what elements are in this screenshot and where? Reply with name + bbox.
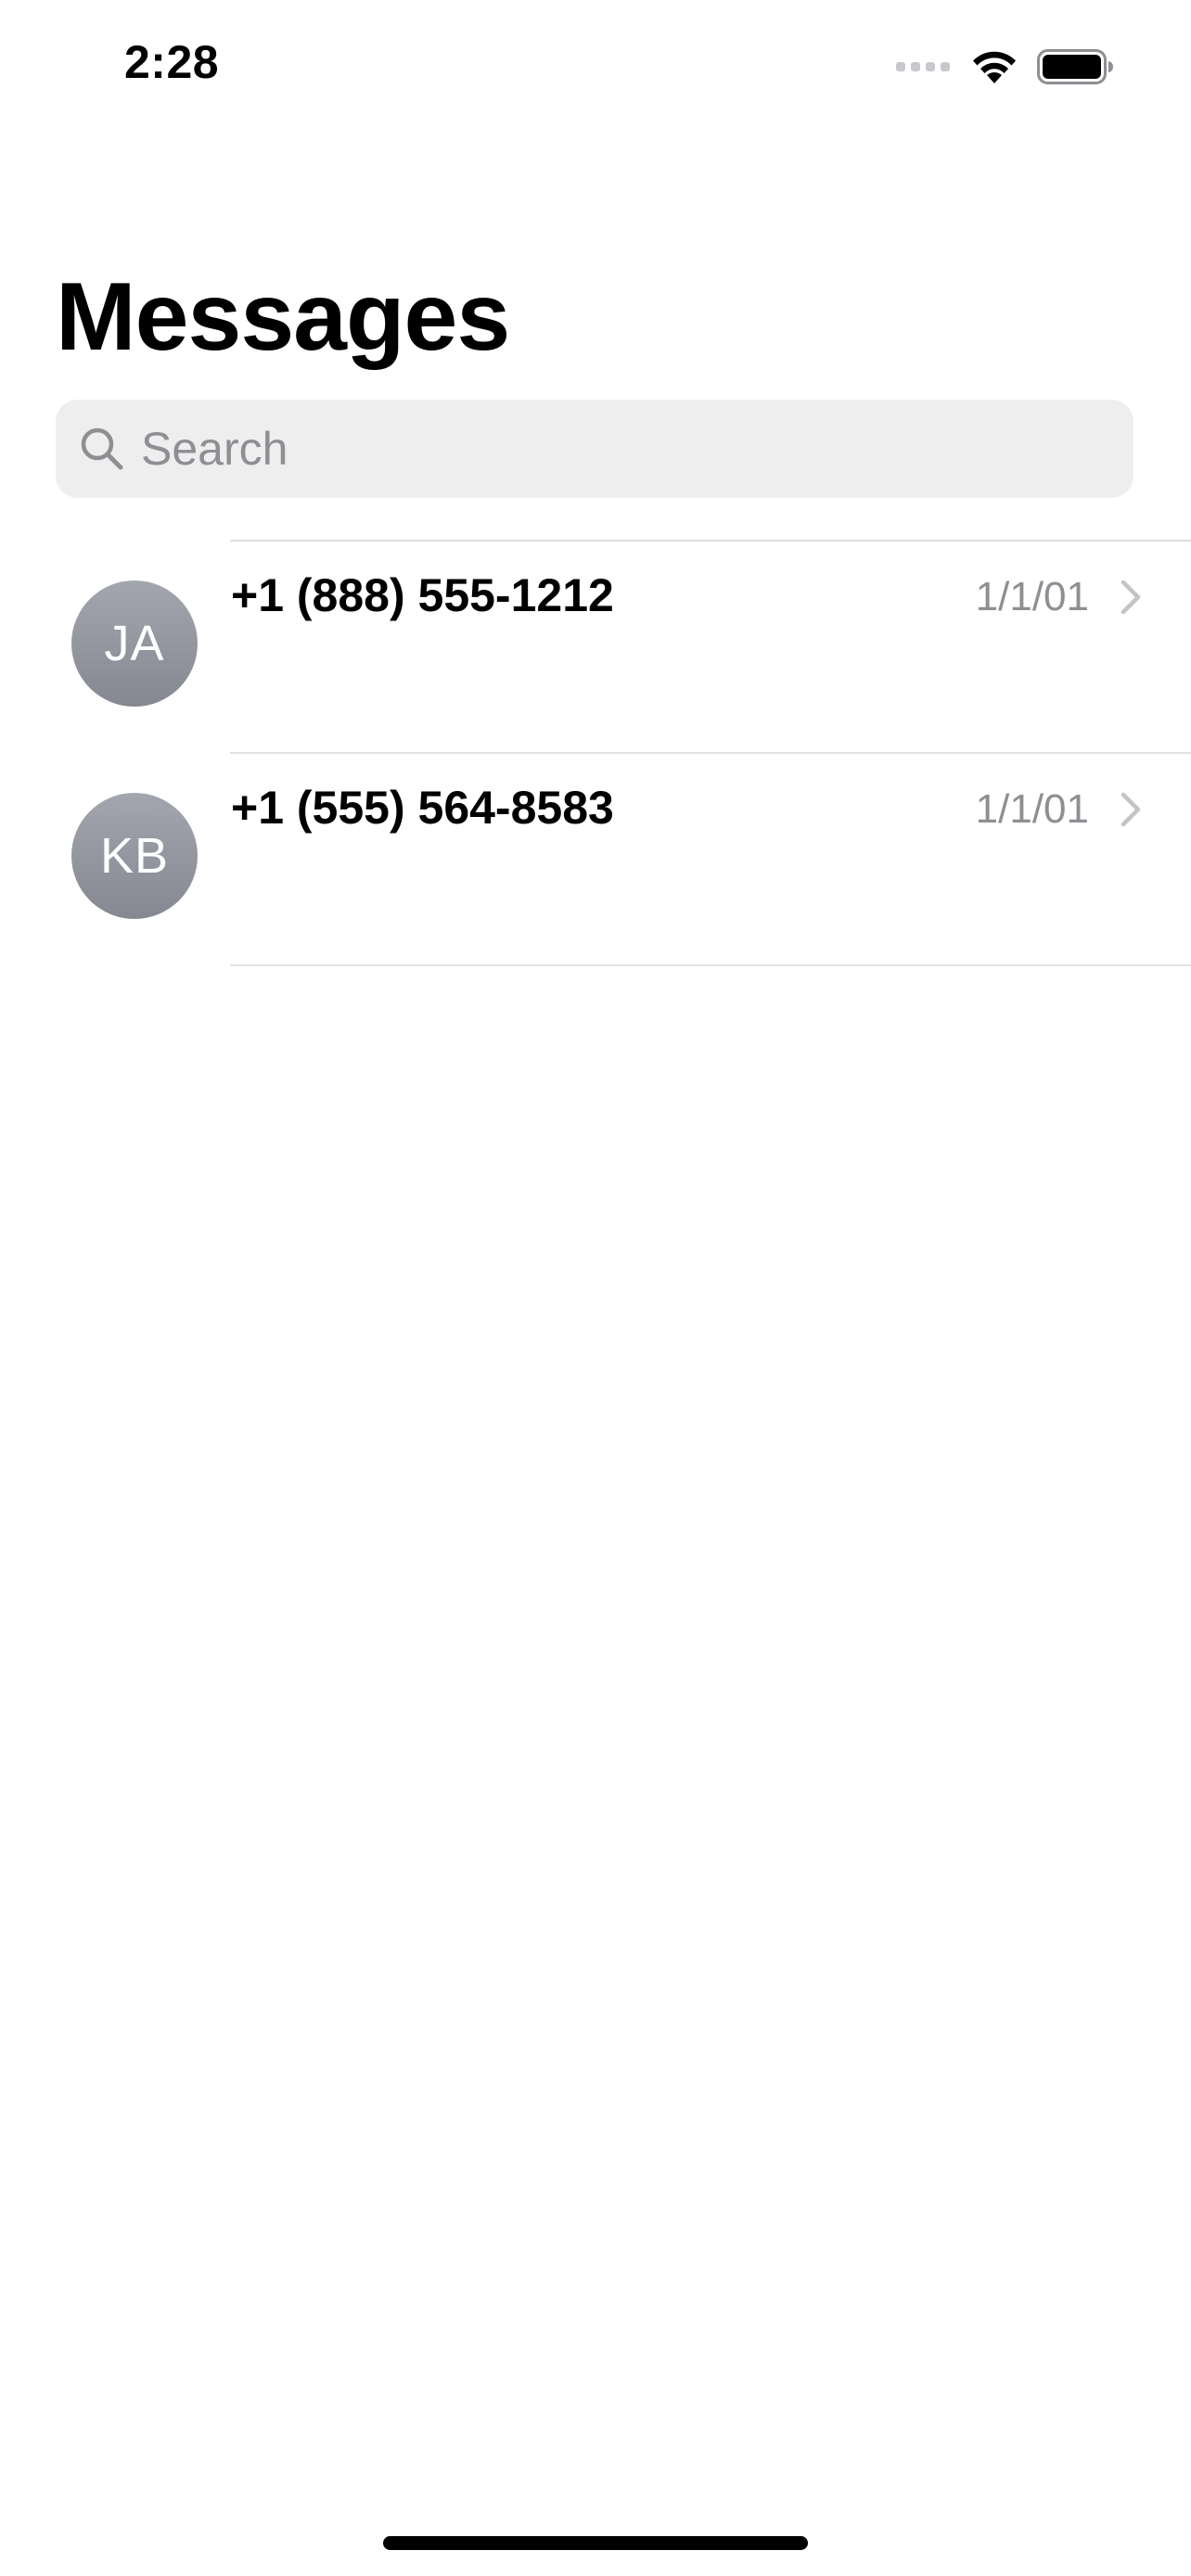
contact-name: +1 (888) 555-1212 [231, 569, 614, 621]
search-icon [78, 425, 126, 473]
row-divider [230, 752, 1191, 754]
status-icons [896, 45, 1115, 89]
search-input[interactable] [139, 411, 1070, 487]
status-bar: 2:28 [0, 0, 1191, 130]
status-time: 2:28 [124, 36, 220, 88]
chevron-right-icon [1121, 580, 1141, 615]
avatar[interactable]: JA [71, 580, 198, 707]
conversation-row[interactable]: KB +1 (555) 564-8583 1/1/01 [0, 752, 1191, 966]
row-divider [230, 964, 1191, 966]
conversation-list: JA +1 (888) 555-1212 1/1/01 KB +1 (555) … [0, 540, 1191, 966]
cellular-signal-icon [896, 62, 952, 71]
message-date: 1/1/01 [975, 786, 1089, 832]
page-title: Messages [56, 263, 510, 371]
conversation-row[interactable]: JA +1 (888) 555-1212 1/1/01 [0, 540, 1191, 752]
contact-name: +1 (555) 564-8583 [231, 782, 614, 834]
message-date: 1/1/01 [975, 574, 1089, 619]
chevron-right-icon [1121, 792, 1141, 827]
avatar[interactable]: KB [71, 793, 198, 919]
battery-icon [1037, 48, 1115, 85]
search-field[interactable] [56, 400, 1133, 498]
wifi-icon [970, 48, 1018, 85]
row-divider [230, 540, 1191, 542]
home-indicator[interactable] [383, 2536, 808, 2550]
